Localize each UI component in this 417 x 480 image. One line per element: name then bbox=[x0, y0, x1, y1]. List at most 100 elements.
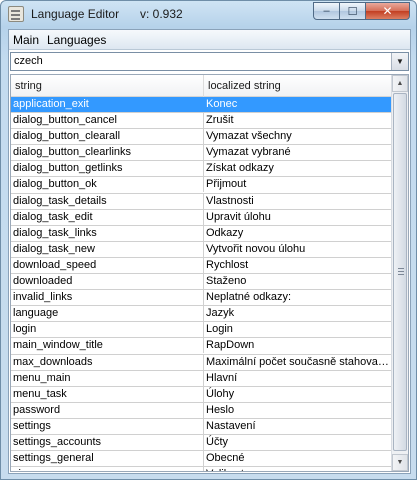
localized-string-cell[interactable]: Získat odkazy bbox=[204, 161, 392, 176]
client-area: Main Languages czech ▼ string localized … bbox=[8, 29, 411, 474]
table-row[interactable]: max_downloads Maximální počet současně st… bbox=[11, 354, 392, 371]
menu-main[interactable]: Main bbox=[13, 33, 39, 47]
localized-string-cell[interactable]: Staženo bbox=[204, 274, 392, 289]
localized-string-cell[interactable]: Zrušit bbox=[204, 113, 392, 128]
table-header: string localized string bbox=[11, 75, 392, 97]
string-key-cell[interactable]: invalid_links bbox=[11, 290, 204, 306]
string-key-cell[interactable]: language bbox=[11, 306, 204, 322]
localized-string-cell[interactable]: Velikost bbox=[204, 467, 392, 471]
string-key-cell[interactable]: size bbox=[11, 467, 204, 471]
table-row[interactable]: settings_general Obecné bbox=[11, 451, 392, 468]
language-select-value: czech bbox=[14, 55, 43, 67]
table-row[interactable]: sizeVelikost bbox=[11, 467, 392, 471]
table-row[interactable]: menu_main Hlavní bbox=[11, 370, 392, 387]
localized-string-cell[interactable]: Konec bbox=[204, 97, 392, 112]
string-key-cell[interactable]: dialog_task_details bbox=[11, 193, 204, 209]
localized-string-cell[interactable]: Vymazat všechny bbox=[204, 129, 392, 144]
localized-string-cell[interactable]: Heslo bbox=[204, 403, 392, 418]
table-row[interactable]: dialog_task_details Vlastnosti bbox=[11, 193, 392, 210]
table-row[interactable]: dialog_task_new Vytvořit novou úlohu bbox=[11, 241, 392, 258]
language-select[interactable]: czech ▼ bbox=[10, 52, 409, 71]
localized-string-cell[interactable]: Obecné bbox=[204, 451, 392, 466]
chevron-down-icon[interactable]: ▼ bbox=[391, 53, 408, 70]
table-row[interactable]: menu_task Úlohy bbox=[11, 386, 392, 403]
scroll-up-button[interactable]: ▲ bbox=[392, 75, 408, 92]
string-key-cell[interactable]: dialog_button_cancel bbox=[11, 113, 204, 129]
string-key-cell[interactable]: dialog_button_getlinks bbox=[11, 161, 204, 177]
localized-string-cell[interactable]: Neplatné odkazy: bbox=[204, 290, 392, 305]
table-row[interactable]: settings Nastavení bbox=[11, 418, 392, 435]
table-row[interactable]: dialog_task_links Odkazy bbox=[11, 225, 392, 242]
string-key-cell[interactable]: menu_main bbox=[11, 370, 204, 386]
localized-string-cell[interactable]: Nastavení bbox=[204, 419, 392, 434]
string-key-cell[interactable]: settings_general bbox=[11, 451, 204, 467]
localized-string-cell[interactable]: Odkazy bbox=[204, 226, 392, 241]
vertical-scrollbar[interactable]: ▲ ▼ bbox=[391, 75, 408, 471]
string-key-cell[interactable]: password bbox=[11, 402, 204, 418]
localized-string-cell[interactable]: Vymazat vybrané bbox=[204, 145, 392, 160]
grip-icon bbox=[398, 268, 404, 275]
string-key-cell[interactable]: dialog_button_ok bbox=[11, 177, 204, 193]
localized-string-cell[interactable]: Jazyk bbox=[204, 306, 392, 321]
localized-string-cell[interactable]: Rychlost bbox=[204, 258, 392, 273]
maximize-button[interactable]: ☐ bbox=[339, 2, 366, 20]
close-button[interactable]: ✕ bbox=[365, 2, 410, 20]
window-controls: – ☐ ✕ bbox=[313, 2, 410, 20]
localized-string-cell[interactable]: Vlastnosti bbox=[204, 194, 392, 209]
table-row[interactable]: downloaded Staženo bbox=[11, 274, 392, 291]
maximize-icon: ☐ bbox=[347, 5, 358, 18]
scrollbar-thumb[interactable] bbox=[393, 93, 407, 451]
string-key-cell[interactable]: downloaded bbox=[11, 274, 204, 290]
string-key-cell[interactable]: dialog_task_new bbox=[11, 241, 204, 257]
table-row[interactable]: application_exit Konec bbox=[11, 97, 392, 114]
column-header-string[interactable]: string bbox=[11, 75, 204, 97]
string-key-cell[interactable]: main_window_title bbox=[11, 338, 204, 354]
localized-string-cell[interactable]: RapDown bbox=[204, 338, 392, 353]
minimize-button[interactable]: – bbox=[313, 2, 340, 20]
string-key-cell[interactable]: download_speed bbox=[11, 257, 204, 273]
table-row[interactable]: download_speed Rychlost bbox=[11, 257, 392, 275]
table-row[interactable]: login Login bbox=[11, 322, 392, 339]
table-row[interactable]: main_window_title RapDown bbox=[11, 338, 392, 355]
string-key-cell[interactable]: login bbox=[11, 322, 204, 338]
localized-string-cell[interactable]: Účty bbox=[204, 435, 392, 450]
string-key-cell[interactable]: menu_task bbox=[11, 386, 204, 402]
menu-languages[interactable]: Languages bbox=[47, 33, 106, 47]
localized-string-cell[interactable]: Hlavní bbox=[204, 371, 392, 386]
table-row[interactable]: settings_accounts Účty bbox=[11, 434, 392, 452]
version-label: v: 0.932 bbox=[140, 7, 183, 21]
table-body: application_exit Konec dialog_button_cance… bbox=[11, 97, 392, 471]
string-key-cell[interactable]: dialog_task_links bbox=[11, 225, 204, 241]
title-bar[interactable]: Language Editor v: 0.932 – ☐ ✕ bbox=[1, 1, 416, 27]
string-key-cell[interactable]: settings bbox=[11, 418, 204, 434]
table-row[interactable]: dialog_task_edit Upravit úlohu bbox=[11, 209, 392, 226]
table-row[interactable]: dialog_button_clearlinks Vymazat vybrané bbox=[11, 145, 392, 162]
minimize-icon: – bbox=[323, 5, 330, 17]
string-key-cell[interactable]: dialog_button_clearall bbox=[11, 129, 204, 145]
table-row[interactable]: language Jazyk bbox=[11, 306, 392, 323]
app-icon bbox=[8, 6, 24, 22]
string-key-cell[interactable]: settings_accounts bbox=[11, 434, 204, 450]
localized-string-cell[interactable]: Upravit úlohu bbox=[204, 210, 392, 225]
localized-string-cell[interactable]: Vytvořit novou úlohu bbox=[204, 242, 392, 257]
strings-table: string localized string application_exit… bbox=[10, 74, 409, 472]
table-row[interactable]: invalid_links Neplatné odkazy: bbox=[11, 290, 392, 307]
string-key-cell[interactable]: dialog_task_edit bbox=[11, 209, 204, 225]
string-key-cell[interactable]: max_downloads bbox=[11, 354, 204, 370]
string-key-cell[interactable]: dialog_button_clearlinks bbox=[11, 145, 204, 161]
window-title: Language Editor bbox=[31, 7, 120, 21]
table-row[interactable]: password Heslo bbox=[11, 402, 392, 419]
menu-bar: Main Languages bbox=[9, 30, 410, 50]
localized-string-cell[interactable]: Maximální počet současně stahovanýc... bbox=[204, 355, 392, 370]
table-row[interactable]: dialog_button_getlinks Získat odkazy bbox=[11, 161, 392, 178]
table-row[interactable]: dialog_button_cancel Zrušit bbox=[11, 113, 392, 130]
string-key-cell[interactable]: application_exit bbox=[11, 97, 204, 112]
table-row[interactable]: dialog_button_ok Přijmout bbox=[11, 177, 392, 194]
scroll-down-button[interactable]: ▼ bbox=[392, 454, 408, 471]
table-row[interactable]: dialog_button_clearall Vymazat všechny bbox=[11, 129, 392, 146]
localized-string-cell[interactable]: Login bbox=[204, 322, 392, 337]
localized-string-cell[interactable]: Přijmout bbox=[204, 177, 392, 192]
column-header-localized-string[interactable]: localized string bbox=[204, 75, 392, 97]
localized-string-cell[interactable]: Úlohy bbox=[204, 387, 392, 402]
language-editor-window: Language Editor v: 0.932 – ☐ ✕ Main Lang… bbox=[0, 0, 417, 480]
